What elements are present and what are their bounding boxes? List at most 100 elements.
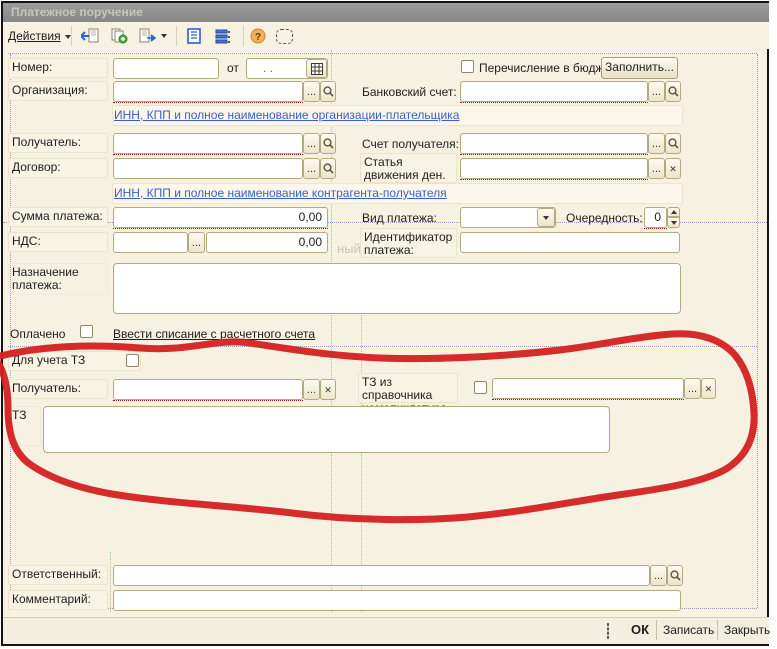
responsible-select-button[interactable]: ... bbox=[650, 565, 667, 586]
save-button[interactable]: Записать bbox=[663, 621, 714, 639]
cashflow-select-button[interactable]: ... bbox=[648, 158, 665, 179]
magnifier-icon bbox=[668, 86, 679, 97]
tz-receiver-clear-button[interactable]: ✕ bbox=[320, 379, 336, 400]
ellipsis-icon: ... bbox=[307, 136, 316, 152]
help-icon: ? bbox=[250, 28, 266, 44]
receiver-account-select-button[interactable]: ... bbox=[648, 133, 665, 154]
clear-x-icon: ✕ bbox=[324, 382, 332, 398]
list-settings-button[interactable] bbox=[211, 25, 235, 47]
group-separator bbox=[8, 53, 757, 54]
window-titlebar: Платежное поручение bbox=[3, 3, 769, 22]
cashflow-clear-button[interactable]: ✕ bbox=[665, 158, 681, 179]
bank-account-select-button[interactable]: ... bbox=[648, 81, 665, 102]
magnifier-icon bbox=[323, 163, 334, 174]
tz-receiver-input[interactable] bbox=[113, 379, 303, 400]
priority-up-button[interactable] bbox=[667, 207, 680, 217]
clear-x-icon: ✕ bbox=[705, 381, 713, 397]
priority-label: Очередность: bbox=[566, 211, 643, 225]
contractor-details-link[interactable]: ИНН, КПП и полное наименование контраген… bbox=[114, 186, 447, 200]
mandatory-underline bbox=[113, 102, 303, 103]
priority-down-button[interactable] bbox=[667, 217, 680, 228]
bank-account-label: Банковский счет: bbox=[362, 85, 457, 99]
contract-input[interactable] bbox=[113, 158, 303, 179]
cashflow-item-input[interactable] bbox=[460, 158, 648, 179]
organization-select-button[interactable]: ... bbox=[303, 81, 320, 102]
document-structure-icon bbox=[186, 28, 202, 44]
reread-icon bbox=[81, 28, 99, 44]
tz-catalog-checkbox[interactable] bbox=[474, 381, 487, 394]
tz-flag-checkbox[interactable] bbox=[126, 354, 139, 367]
tz-catalog-clear-button[interactable]: ✕ bbox=[701, 378, 716, 399]
dotted-selection-icon bbox=[276, 29, 293, 44]
calendar-button[interactable] bbox=[306, 59, 327, 78]
copy-button[interactable] bbox=[107, 25, 131, 47]
grid-guide bbox=[110, 552, 111, 612]
close-button[interactable]: Закрыть bbox=[724, 621, 770, 639]
mandatory-underline bbox=[644, 228, 667, 229]
goto-icon bbox=[139, 28, 157, 44]
receiver-open-button[interactable] bbox=[320, 133, 336, 154]
organization-open-button[interactable] bbox=[320, 81, 336, 102]
magnifier-icon bbox=[670, 570, 681, 581]
mandatory-underline bbox=[460, 102, 648, 103]
magnifier-icon bbox=[323, 86, 334, 97]
help-button[interactable]: ? bbox=[248, 25, 268, 47]
goto-button[interactable] bbox=[137, 25, 169, 47]
chevron-down-icon bbox=[671, 221, 677, 225]
purpose-textarea[interactable] bbox=[113, 263, 681, 314]
contract-label: Договор: bbox=[8, 158, 108, 178]
receiver-input[interactable] bbox=[113, 133, 303, 154]
footer-bar bbox=[3, 617, 769, 644]
responsible-input[interactable] bbox=[113, 565, 650, 586]
comment-label: Комментарий: bbox=[8, 590, 108, 610]
select-mode-button[interactable] bbox=[272, 25, 296, 47]
number-input[interactable] bbox=[113, 58, 219, 79]
cashflow-item-label: Статья движения ден. средств: bbox=[360, 153, 457, 183]
responsible-open-button[interactable] bbox=[667, 565, 683, 586]
document-structure-button[interactable] bbox=[182, 25, 206, 47]
chevron-down-icon bbox=[65, 35, 71, 39]
payment-id-input[interactable] bbox=[460, 232, 680, 253]
vat-rate-input[interactable] bbox=[113, 232, 188, 253]
contract-select-button[interactable]: ... bbox=[303, 158, 320, 179]
fill-button[interactable]: Заполнить... bbox=[601, 57, 678, 79]
contract-open-button[interactable] bbox=[320, 158, 336, 179]
bank-account-open-button[interactable] bbox=[665, 81, 681, 102]
payment-sum-label: Сумма платежа: bbox=[8, 207, 108, 227]
tz-catalog-input[interactable] bbox=[492, 378, 684, 399]
receiver-select-button[interactable]: ... bbox=[303, 133, 320, 154]
budget-transfer-checkbox[interactable] bbox=[461, 60, 474, 73]
paid-checkbox[interactable] bbox=[80, 325, 93, 338]
mandatory-underline bbox=[113, 154, 303, 155]
enter-writeoff-link[interactable]: Ввести списание с расчетного счета bbox=[113, 327, 315, 341]
vat-select-button[interactable]: ... bbox=[188, 232, 205, 253]
chevron-down-icon bbox=[543, 216, 549, 220]
receiver-account-open-button[interactable] bbox=[665, 133, 681, 154]
toolbar-separator bbox=[71, 26, 72, 46]
tz-receiver-label: Получатель: bbox=[8, 379, 108, 399]
toolbar-separator bbox=[176, 26, 177, 46]
paid-label: Оплачено bbox=[10, 327, 65, 341]
organization-input[interactable] bbox=[113, 81, 303, 102]
actions-menu-button[interactable]: Действия bbox=[8, 29, 71, 43]
org-details-link[interactable]: ИНН, КПП и полное наименование организац… bbox=[114, 108, 459, 122]
comment-input[interactable] bbox=[113, 590, 681, 611]
payment-kind-label: Вид платежа: bbox=[362, 211, 437, 225]
bank-account-input[interactable] bbox=[460, 81, 648, 102]
tz-textarea[interactable] bbox=[43, 406, 610, 453]
window-title: Платежное поручение bbox=[11, 5, 143, 19]
select-mode-footer-button[interactable] bbox=[607, 622, 609, 640]
tz-receiver-select-button[interactable]: ... bbox=[303, 379, 320, 400]
receiver-account-input[interactable] bbox=[460, 133, 648, 154]
ok-button[interactable]: ОК bbox=[631, 621, 649, 639]
footer-separator bbox=[656, 620, 657, 640]
ellipsis-icon: ... bbox=[192, 235, 201, 251]
priority-input[interactable]: 0 bbox=[644, 207, 667, 228]
vat-sum-input[interactable]: 0,00 bbox=[206, 232, 328, 253]
reread-button[interactable] bbox=[78, 25, 102, 47]
mandatory-underline bbox=[460, 154, 648, 155]
mandatory-underline bbox=[460, 179, 648, 180]
tz-catalog-select-button[interactable]: ... bbox=[684, 378, 701, 399]
payment-sum-input[interactable]: 0,00 bbox=[113, 207, 328, 228]
payment-kind-dropdown-button[interactable] bbox=[537, 208, 555, 227]
